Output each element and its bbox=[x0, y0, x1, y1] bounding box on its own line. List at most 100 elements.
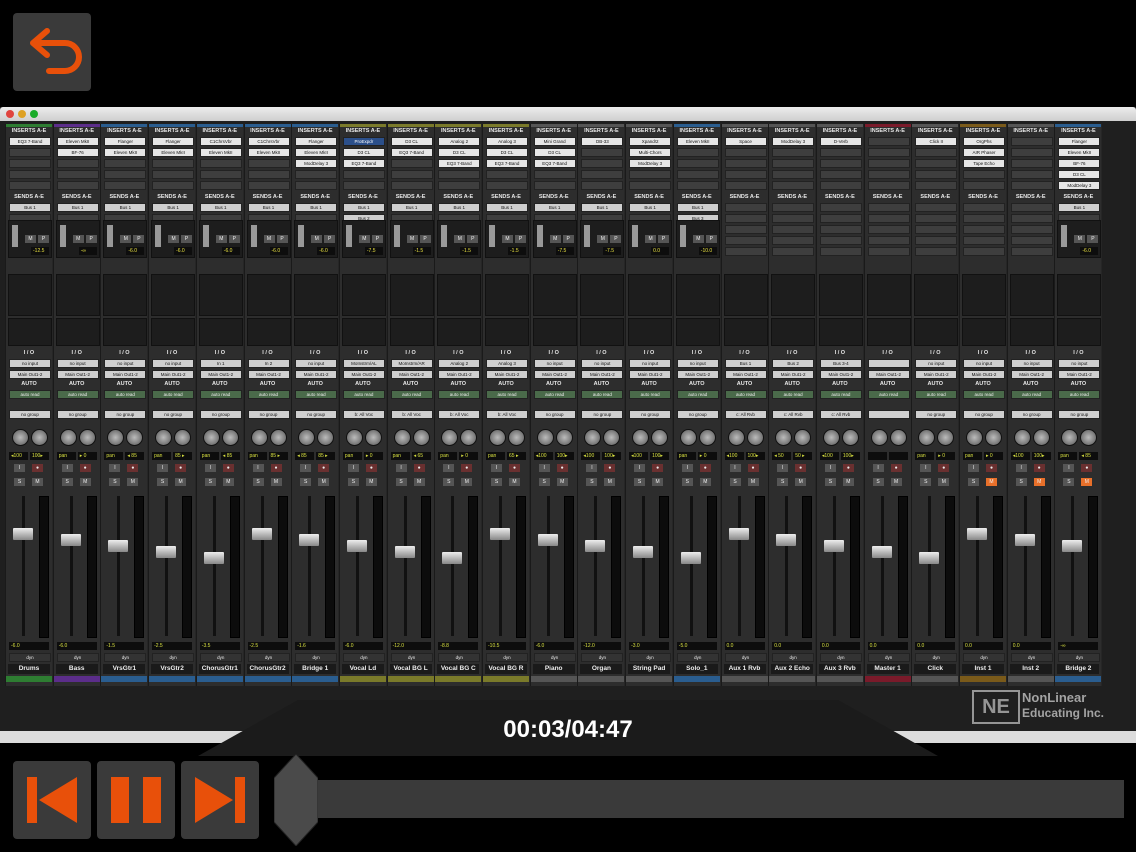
send-slot[interactable] bbox=[963, 236, 1005, 245]
input-monitor-button[interactable]: I bbox=[61, 464, 73, 472]
insert-slot[interactable]: D3 CL bbox=[486, 148, 528, 157]
close-window-icon[interactable] bbox=[6, 110, 14, 118]
group-selector[interactable] bbox=[867, 410, 910, 419]
mute-button[interactable]: M bbox=[413, 478, 425, 486]
input-selector[interactable]: no input bbox=[9, 359, 51, 368]
pan-knob-right[interactable] bbox=[364, 429, 382, 446]
send-fader[interactable] bbox=[489, 225, 495, 247]
record-button[interactable]: ● bbox=[938, 464, 950, 472]
insert-slot[interactable]: Flanger bbox=[104, 137, 147, 146]
record-button[interactable]: ● bbox=[652, 464, 664, 472]
input-selector[interactable]: no input bbox=[1058, 359, 1101, 368]
automation-mode[interactable]: auto read bbox=[819, 390, 862, 399]
input-monitor-button[interactable]: I bbox=[157, 464, 169, 472]
insert-slot[interactable] bbox=[199, 170, 242, 179]
pan-knob-left[interactable] bbox=[584, 429, 602, 446]
send-slot[interactable] bbox=[724, 247, 767, 256]
mute-button[interactable]: M bbox=[747, 478, 759, 486]
send-slot[interactable]: Bus 1 bbox=[676, 203, 719, 212]
insert-slot[interactable]: ModDelay 3 bbox=[772, 137, 815, 146]
send-slot[interactable] bbox=[724, 203, 767, 212]
solo-button[interactable]: S bbox=[634, 478, 646, 486]
pan-knob-right[interactable] bbox=[31, 429, 48, 446]
volume-fader[interactable] bbox=[585, 540, 606, 552]
pan-knob-left[interactable] bbox=[345, 429, 363, 446]
pan-knob-left[interactable] bbox=[107, 429, 125, 446]
pan-knob-left[interactable] bbox=[632, 429, 650, 446]
minimize-window-icon[interactable] bbox=[18, 110, 26, 118]
output-selector[interactable]: Main Out1-2 bbox=[629, 370, 672, 379]
send-slot[interactable] bbox=[819, 247, 862, 256]
volume-fader[interactable] bbox=[537, 534, 558, 546]
send-mute-button[interactable]: M bbox=[597, 235, 609, 243]
insert-slot[interactable]: AIR Phaser bbox=[963, 148, 1005, 157]
automation-mode[interactable]: auto read bbox=[1058, 390, 1101, 399]
insert-slot[interactable] bbox=[915, 159, 958, 168]
send-slot[interactable]: Bus 1 bbox=[295, 203, 338, 212]
group-selector[interactable]: no group bbox=[104, 410, 147, 419]
record-button[interactable]: ● bbox=[556, 464, 568, 472]
pan-knob-left[interactable] bbox=[918, 429, 936, 446]
group-selector[interactable]: c: All Rvb bbox=[724, 410, 767, 419]
send-slot[interactable] bbox=[819, 225, 862, 234]
channel-name[interactable]: Master 1 bbox=[866, 664, 909, 674]
back-button[interactable] bbox=[13, 13, 91, 91]
send-slot[interactable] bbox=[915, 203, 958, 212]
insert-slot[interactable] bbox=[486, 181, 528, 190]
input-selector[interactable]: In 2 bbox=[247, 359, 290, 368]
output-selector[interactable]: Main Out1-2 bbox=[772, 370, 815, 379]
dyn-button[interactable]: dyn bbox=[819, 653, 862, 662]
group-selector[interactable]: b: All Voc bbox=[438, 410, 481, 419]
insert-slot[interactable] bbox=[819, 181, 862, 190]
insert-slot[interactable] bbox=[390, 170, 433, 179]
record-button[interactable]: ● bbox=[842, 464, 854, 472]
insert-slot[interactable] bbox=[676, 148, 719, 157]
insert-slot[interactable]: D-Verb bbox=[819, 137, 862, 146]
volume-fader[interactable] bbox=[442, 552, 463, 564]
send-pre-button[interactable]: P bbox=[705, 235, 717, 243]
insert-slot[interactable] bbox=[915, 170, 958, 179]
send-pre-button[interactable]: P bbox=[181, 235, 193, 243]
zoom-window-icon[interactable] bbox=[30, 110, 38, 118]
pan-knob-right[interactable] bbox=[841, 429, 859, 446]
send-slot[interactable]: Bus 1 bbox=[390, 203, 433, 212]
insert-slot[interactable] bbox=[867, 170, 910, 179]
solo-button[interactable]: S bbox=[443, 478, 455, 486]
insert-slot[interactable] bbox=[963, 170, 1005, 179]
mute-button[interactable]: M bbox=[652, 478, 664, 486]
send-mute-button[interactable]: M bbox=[168, 235, 180, 243]
record-button[interactable]: ● bbox=[365, 464, 377, 472]
input-selector[interactable]: Analog 3 bbox=[486, 359, 528, 368]
output-selector[interactable]: Main Out1-2 bbox=[915, 370, 958, 379]
insert-slot[interactable] bbox=[867, 148, 910, 157]
output-selector[interactable]: Main Out1-2 bbox=[724, 370, 767, 379]
solo-button[interactable]: S bbox=[157, 478, 169, 486]
insert-slot[interactable] bbox=[724, 159, 767, 168]
mute-button[interactable]: M bbox=[890, 478, 902, 486]
pan-knob-left[interactable] bbox=[393, 429, 411, 446]
group-selector[interactable]: no group bbox=[581, 410, 624, 419]
insert-slot[interactable] bbox=[199, 159, 242, 168]
insert-slot[interactable] bbox=[867, 137, 910, 146]
insert-slot[interactable] bbox=[152, 170, 195, 179]
volume-fader[interactable] bbox=[108, 540, 129, 552]
solo-button[interactable]: S bbox=[538, 478, 550, 486]
output-selector[interactable]: Main Out1-2 bbox=[1058, 370, 1101, 379]
insert-slot[interactable] bbox=[9, 159, 51, 168]
automation-mode[interactable]: auto read bbox=[963, 390, 1005, 399]
input-selector[interactable]: no input bbox=[629, 359, 672, 368]
insert-slot[interactable] bbox=[1010, 159, 1053, 168]
insert-slot[interactable]: Click II bbox=[915, 137, 958, 146]
send-slot[interactable] bbox=[915, 225, 958, 234]
insert-slot[interactable] bbox=[629, 170, 672, 179]
insert-slot[interactable] bbox=[438, 181, 481, 190]
insert-slot[interactable] bbox=[867, 159, 910, 168]
insert-slot[interactable]: C1ChrsVbr bbox=[247, 137, 290, 146]
send-fader[interactable] bbox=[345, 225, 352, 247]
insert-slot[interactable]: EQ3 7-Band bbox=[9, 137, 51, 146]
input-monitor-button[interactable]: I bbox=[395, 464, 407, 472]
insert-slot[interactable] bbox=[963, 181, 1005, 190]
volume-fader[interactable] bbox=[299, 534, 320, 546]
insert-slot[interactable] bbox=[1010, 137, 1053, 146]
send-slot[interactable] bbox=[867, 203, 910, 212]
